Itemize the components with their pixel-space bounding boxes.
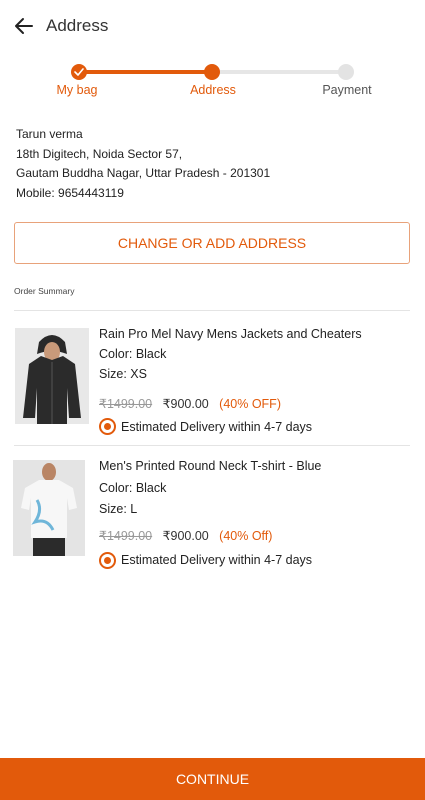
item-size: Size: XS xyxy=(99,367,147,381)
item-pricing: ₹1499.00 ₹900.00 (40% OFF) xyxy=(99,396,281,411)
item-name: Rain Pro Mel Navy Mens Jackets and Cheat… xyxy=(99,327,362,341)
item-mrp: ₹1499.00 xyxy=(99,529,153,543)
step-label-my-bag[interactable]: My bag xyxy=(32,83,122,97)
address-line-1: 18th Digitech, Noida Sector 57, xyxy=(16,146,183,161)
item-pricing: ₹1499.00 ₹900.00 (40% Off) xyxy=(99,528,272,543)
stepper-track-completed xyxy=(79,70,212,74)
item-info: Men's Printed Round Neck T-shirt - Blue … xyxy=(99,458,419,578)
item-color: Color: Black xyxy=(99,347,167,361)
top-bar: Address xyxy=(0,0,425,52)
stepper-track-pending xyxy=(212,70,346,74)
step-2-dot xyxy=(204,64,220,80)
address-line-2: Gautam Buddha Nagar, Uttar Pradesh - 201… xyxy=(16,166,271,180)
item-size: Size: L xyxy=(99,502,138,516)
checkout-stepper: My bag Address Payment xyxy=(0,60,425,105)
jacket-image xyxy=(15,328,89,424)
address-mobile: Mobile: 9654443119 xyxy=(16,185,124,200)
item-discount: (40% Off) xyxy=(219,529,273,543)
item-color: Color: Black xyxy=(99,481,167,495)
delivery-radio-icon[interactable] xyxy=(99,552,116,569)
delivery-radio-icon[interactable] xyxy=(99,418,116,435)
step-3-dot xyxy=(338,64,354,80)
step-label-payment: Payment xyxy=(322,83,372,97)
item-info: Rain Pro Mel Navy Mens Jackets and Cheat… xyxy=(99,325,419,445)
order-summary-label: Order Summary xyxy=(14,286,75,296)
step-label-address: Address xyxy=(190,83,236,97)
order-item[interactable]: Rain Pro Mel Navy Mens Jackets and Cheat… xyxy=(0,325,425,445)
item-price: ₹900.00 xyxy=(162,529,209,543)
divider xyxy=(14,310,410,311)
order-item[interactable]: Men's Printed Round Neck T-shirt - Blue … xyxy=(0,458,425,578)
item-delivery-estimate: Estimated Delivery within 4-7 days xyxy=(121,420,313,434)
back-arrow-icon[interactable] xyxy=(12,14,36,38)
delivery-address: Tarun verma 18th Digitech, Noida Sector … xyxy=(16,125,270,203)
divider xyxy=(14,445,410,446)
item-delivery-estimate: Estimated Delivery within 4-7 days xyxy=(121,553,313,567)
step-1-check-icon xyxy=(71,64,87,80)
address-name: Tarun verma xyxy=(16,127,83,141)
continue-button[interactable]: CONTINUE xyxy=(0,758,425,800)
change-address-button[interactable]: CHANGE OR ADD ADDRESS xyxy=(14,222,410,264)
item-discount: (40% OFF) xyxy=(219,397,281,411)
item-price: ₹900.00 xyxy=(162,397,209,411)
item-name: Men's Printed Round Neck T-shirt - Blue xyxy=(99,459,322,473)
item-mrp: ₹1499.00 xyxy=(99,397,153,411)
page-title: Address xyxy=(46,16,109,35)
tshirt-image xyxy=(13,460,85,556)
